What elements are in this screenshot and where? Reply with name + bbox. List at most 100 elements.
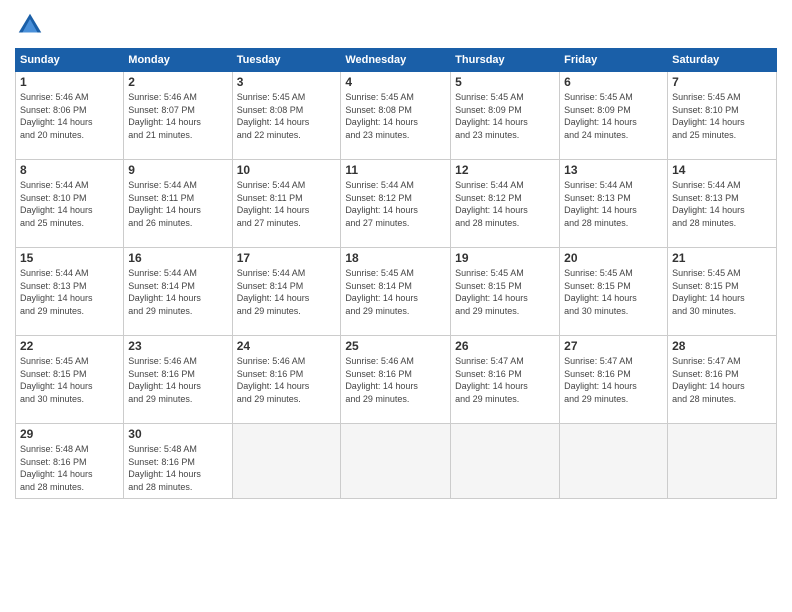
calendar-cell: 21 Sunrise: 5:45 AMSunset: 8:15 PMDayligh…: [668, 248, 777, 336]
calendar-week-5: 29 Sunrise: 5:48 AMSunset: 8:16 PMDayligh…: [16, 424, 777, 499]
calendar-cell: [451, 424, 560, 499]
day-info: Sunrise: 5:44 AMSunset: 8:13 PMDaylight:…: [672, 179, 772, 229]
day-number: 18: [345, 251, 446, 265]
calendar-cell: 12 Sunrise: 5:44 AMSunset: 8:12 PMDayligh…: [451, 160, 560, 248]
day-info: Sunrise: 5:48 AMSunset: 8:16 PMDaylight:…: [128, 443, 227, 493]
calendar-cell: 2 Sunrise: 5:46 AMSunset: 8:07 PMDaylight…: [124, 72, 232, 160]
calendar-table: SundayMondayTuesdayWednesdayThursdayFrid…: [15, 48, 777, 499]
day-info: Sunrise: 5:47 AMSunset: 8:16 PMDaylight:…: [455, 355, 555, 405]
day-info: Sunrise: 5:47 AMSunset: 8:16 PMDaylight:…: [672, 355, 772, 405]
day-number: 11: [345, 163, 446, 177]
day-info: Sunrise: 5:45 AMSunset: 8:15 PMDaylight:…: [564, 267, 663, 317]
day-number: 12: [455, 163, 555, 177]
day-info: Sunrise: 5:44 AMSunset: 8:11 PMDaylight:…: [128, 179, 227, 229]
col-header-friday: Friday: [560, 49, 668, 72]
calendar-cell: 23Sunrise: 5:46 AMSunset: 8:16 PMDayligh…: [124, 336, 232, 424]
calendar-cell: 18 Sunrise: 5:45 AMSunset: 8:14 PMDayligh…: [341, 248, 451, 336]
day-number: 6: [564, 75, 663, 89]
day-number: 29: [20, 427, 119, 441]
page: SundayMondayTuesdayWednesdayThursdayFrid…: [0, 0, 792, 612]
calendar-cell: 6 Sunrise: 5:45 AMSunset: 8:09 PMDaylight…: [560, 72, 668, 160]
col-header-tuesday: Tuesday: [232, 49, 341, 72]
calendar-cell: [232, 424, 341, 499]
day-info: Sunrise: 5:45 AMSunset: 8:08 PMDaylight:…: [237, 91, 337, 141]
day-info: Sunrise: 5:46 AMSunset: 8:16 PMDaylight:…: [237, 355, 337, 405]
day-number: 21: [672, 251, 772, 265]
day-info: Sunrise: 5:44 AMSunset: 8:10 PMDaylight:…: [20, 179, 119, 229]
calendar-cell: 5 Sunrise: 5:45 AMSunset: 8:09 PMDaylight…: [451, 72, 560, 160]
day-info: Sunrise: 5:47 AMSunset: 8:16 PMDaylight:…: [564, 355, 663, 405]
day-number: 16: [128, 251, 227, 265]
day-number: 28: [672, 339, 772, 353]
day-info: Sunrise: 5:44 AMSunset: 8:12 PMDaylight:…: [455, 179, 555, 229]
col-header-monday: Monday: [124, 49, 232, 72]
calendar-cell: 16 Sunrise: 5:44 AMSunset: 8:14 PMDayligh…: [124, 248, 232, 336]
day-number: 17: [237, 251, 337, 265]
day-number: 20: [564, 251, 663, 265]
day-info: Sunrise: 5:44 AMSunset: 8:13 PMDaylight:…: [564, 179, 663, 229]
day-info: Sunrise: 5:45 AMSunset: 8:15 PMDaylight:…: [672, 267, 772, 317]
day-info: Sunrise: 5:45 AMSunset: 8:08 PMDaylight:…: [345, 91, 446, 141]
day-number: 15: [20, 251, 119, 265]
day-info: Sunrise: 5:46 AMSunset: 8:06 PMDaylight:…: [20, 91, 119, 141]
col-header-saturday: Saturday: [668, 49, 777, 72]
day-number: 8: [20, 163, 119, 177]
logo-icon: [15, 10, 45, 40]
calendar-week-3: 15Sunrise: 5:44 AMSunset: 8:13 PMDayligh…: [16, 248, 777, 336]
day-number: 5: [455, 75, 555, 89]
day-number: 3: [237, 75, 337, 89]
day-number: 25: [345, 339, 446, 353]
day-number: 30: [128, 427, 227, 441]
calendar-cell: 17 Sunrise: 5:44 AMSunset: 8:14 PMDayligh…: [232, 248, 341, 336]
day-info: Sunrise: 5:45 AMSunset: 8:15 PMDaylight:…: [20, 355, 119, 405]
calendar-cell: 4 Sunrise: 5:45 AMSunset: 8:08 PMDaylight…: [341, 72, 451, 160]
calendar-cell: 27 Sunrise: 5:47 AMSunset: 8:16 PMDayligh…: [560, 336, 668, 424]
day-info: Sunrise: 5:45 AMSunset: 8:09 PMDaylight:…: [455, 91, 555, 141]
calendar-cell: 26Sunrise: 5:47 AMSunset: 8:16 PMDayligh…: [451, 336, 560, 424]
day-number: 4: [345, 75, 446, 89]
day-info: Sunrise: 5:45 AMSunset: 8:14 PMDaylight:…: [345, 267, 446, 317]
day-number: 24: [237, 339, 337, 353]
calendar-cell: 22Sunrise: 5:45 AMSunset: 8:15 PMDayligh…: [16, 336, 124, 424]
day-info: Sunrise: 5:45 AMSunset: 8:15 PMDaylight:…: [455, 267, 555, 317]
calendar-cell: 1Sunrise: 5:46 AMSunset: 8:06 PMDaylight…: [16, 72, 124, 160]
calendar-cell: 15Sunrise: 5:44 AMSunset: 8:13 PMDayligh…: [16, 248, 124, 336]
day-info: Sunrise: 5:45 AMSunset: 8:09 PMDaylight:…: [564, 91, 663, 141]
calendar-cell: 10 Sunrise: 5:44 AMSunset: 8:11 PMDayligh…: [232, 160, 341, 248]
calendar-cell: 3 Sunrise: 5:45 AMSunset: 8:08 PMDaylight…: [232, 72, 341, 160]
calendar-cell: 25Sunrise: 5:46 AMSunset: 8:16 PMDayligh…: [341, 336, 451, 424]
calendar-cell: 11 Sunrise: 5:44 AMSunset: 8:12 PMDayligh…: [341, 160, 451, 248]
calendar-cell: 24 Sunrise: 5:46 AMSunset: 8:16 PMDayligh…: [232, 336, 341, 424]
day-info: Sunrise: 5:44 AMSunset: 8:11 PMDaylight:…: [237, 179, 337, 229]
calendar-week-2: 8 Sunrise: 5:44 AMSunset: 8:10 PMDaylight…: [16, 160, 777, 248]
col-header-sunday: Sunday: [16, 49, 124, 72]
calendar-cell: [560, 424, 668, 499]
day-info: Sunrise: 5:46 AMSunset: 8:07 PMDaylight:…: [128, 91, 227, 141]
calendar-week-1: 1Sunrise: 5:46 AMSunset: 8:06 PMDaylight…: [16, 72, 777, 160]
day-number: 19: [455, 251, 555, 265]
calendar-cell: 19 Sunrise: 5:45 AMSunset: 8:15 PMDayligh…: [451, 248, 560, 336]
calendar-header-row: SundayMondayTuesdayWednesdayThursdayFrid…: [16, 49, 777, 72]
col-header-thursday: Thursday: [451, 49, 560, 72]
calendar-cell: [668, 424, 777, 499]
day-info: Sunrise: 5:44 AMSunset: 8:14 PMDaylight:…: [128, 267, 227, 317]
day-info: Sunrise: 5:44 AMSunset: 8:14 PMDaylight:…: [237, 267, 337, 317]
header: [15, 10, 777, 40]
calendar-week-4: 22Sunrise: 5:45 AMSunset: 8:15 PMDayligh…: [16, 336, 777, 424]
calendar-cell: 28 Sunrise: 5:47 AMSunset: 8:16 PMDayligh…: [668, 336, 777, 424]
calendar-cell: 29 Sunrise: 5:48 AMSunset: 8:16 PMDayligh…: [16, 424, 124, 499]
calendar-cell: [341, 424, 451, 499]
calendar-cell: 13Sunrise: 5:44 AMSunset: 8:13 PMDayligh…: [560, 160, 668, 248]
day-info: Sunrise: 5:44 AMSunset: 8:12 PMDaylight:…: [345, 179, 446, 229]
day-number: 7: [672, 75, 772, 89]
day-info: Sunrise: 5:48 AMSunset: 8:16 PMDaylight:…: [20, 443, 119, 493]
day-number: 9: [128, 163, 227, 177]
day-number: 2: [128, 75, 227, 89]
day-number: 27: [564, 339, 663, 353]
day-number: 10: [237, 163, 337, 177]
calendar-cell: 30 Sunrise: 5:48 AMSunset: 8:16 PMDayligh…: [124, 424, 232, 499]
calendar-cell: 8 Sunrise: 5:44 AMSunset: 8:10 PMDaylight…: [16, 160, 124, 248]
day-info: Sunrise: 5:45 AMSunset: 8:10 PMDaylight:…: [672, 91, 772, 141]
col-header-wednesday: Wednesday: [341, 49, 451, 72]
day-number: 23: [128, 339, 227, 353]
